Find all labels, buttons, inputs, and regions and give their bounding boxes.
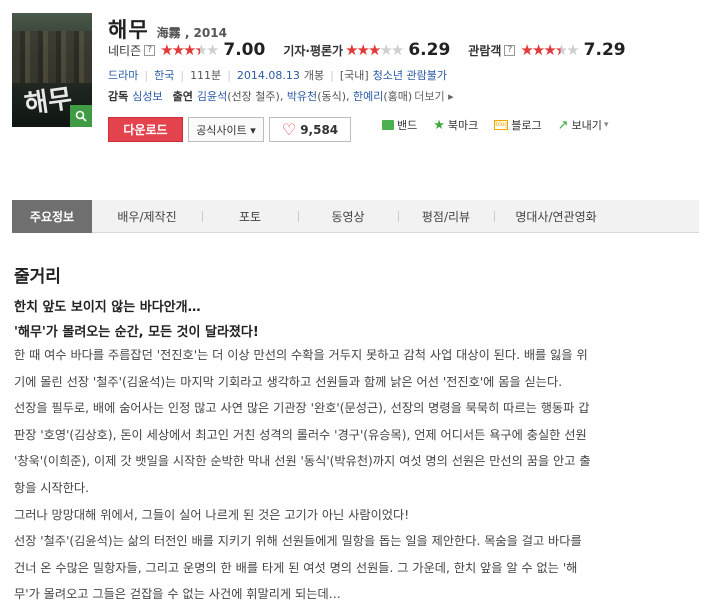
rating-stars-netizen: ★★★★★: [160, 41, 219, 59]
help-icon[interactable]: ?: [504, 44, 516, 56]
heart-icon: ♡: [281, 119, 297, 139]
tab-bar: 주요정보 배우/제작진 포토 동영상 평점/리뷰 명대사/연관영화: [12, 200, 699, 233]
plot-line: 그러나 망망대해 위에서, 그들이 실어 나르게 된 것은 고기가 아닌 사람이…: [14, 507, 410, 522]
share-bar: 밴드 ★ 북마크 blog 블로그 ↗ 보내기 ▾: [382, 117, 624, 133]
band-icon: [382, 120, 394, 130]
tab-video[interactable]: 동영상: [298, 200, 398, 233]
rating-label-netizen: 네티즌: [108, 43, 142, 58]
rating-region: [국내]: [339, 69, 369, 82]
tab-main-info[interactable]: 주요정보: [12, 200, 92, 233]
share-blog[interactable]: blog 블로그: [494, 117, 542, 133]
plot-headline-1: 한치 앞도 보이지 않는 바다안개…: [14, 300, 201, 315]
like-count: 9,584: [300, 122, 339, 137]
share-bookmark[interactable]: ★ 북마크: [433, 117, 478, 133]
more-cast-link[interactable]: 더보기 ▸: [414, 88, 453, 104]
cast-role-3: (홍매): [383, 90, 413, 103]
plot-line: '창욱'(이희준), 이제 갓 뱃일을 시작한 순박한 막내 선원 '동식'(박…: [14, 454, 591, 469]
tab-photo[interactable]: 포토: [202, 200, 298, 233]
credits-row: 감독 심성보 출연 김윤석 (선장 철주), 박유천 (동식), 한예리 (홍매) 더…: [108, 88, 454, 104]
share-send-label: 보내기: [571, 119, 602, 132]
share-send[interactable]: ↗ 보내기 ▾: [558, 117, 609, 133]
rating-score-critic: 6.29: [408, 40, 451, 60]
bookmark-star-icon: ★: [433, 117, 445, 133]
plot-headline-2: '해무'가 몰려오는 순간, 모든 것이 달라졌다!: [14, 325, 259, 340]
rating-score-netizen: 7.00: [223, 40, 266, 60]
runtime: 111분: [190, 69, 222, 82]
release-date-link[interactable]: 2014.08.13: [237, 69, 300, 82]
search-icon[interactable]: [70, 105, 92, 127]
cast-label: 출연: [172, 90, 193, 103]
like-button[interactable]: ♡ 9,584: [269, 117, 351, 142]
release-suffix: 개봉: [303, 69, 325, 82]
poster-title-art: 해무: [22, 83, 75, 121]
plot-body: 한 때 여수 바다를 주름잡던 '전진호'는 더 이상 만선의 수확을 거두지 …: [14, 342, 696, 603]
share-band[interactable]: 밴드: [382, 117, 417, 133]
movie-subtitle: 海霧 , 2014: [156, 26, 227, 40]
plot-line: 기에 몰린 선장 '철주'(김윤석)는 마지막 기회라고 생각하고 선원들과 함…: [14, 374, 563, 389]
blog-icon: blog: [494, 120, 509, 130]
cast-link-3[interactable]: 한예리: [353, 88, 383, 104]
plot-line: 선장 '철주'(김윤석)는 삶의 터전인 배를 지키기 위해 선원들에게 밀항을…: [14, 534, 582, 549]
rating-label-critic: 기자·평론가: [283, 43, 344, 58]
cast-link-2[interactable]: 박유천: [287, 88, 317, 104]
director-label: 감독: [108, 90, 129, 103]
plot-line: 판장 '호영'(김상호), 돈이 세상에서 최고인 거친 성격의 롤러수 '경구…: [14, 427, 587, 442]
movie-poster[interactable]: 해무: [12, 13, 92, 127]
plot-line: 선장을 필두로, 배에 숨어사는 인정 많고 사연 많은 기관장 '완호'(문성…: [14, 401, 590, 416]
chevron-down-icon: ▾: [603, 120, 609, 130]
genre-link[interactable]: 드라마: [108, 67, 138, 83]
plot-line: 항을 시작한다.: [14, 480, 90, 495]
cast-role-2: (동식): [317, 90, 347, 103]
ratings-row: 네티즌 ? ★★★★★ 7.00 기자·평론가 ★★★★★ 6.29 관람객 ?…: [108, 40, 626, 60]
tab-reviews[interactable]: 평점/리뷰: [398, 200, 494, 233]
cast-link-1[interactable]: 김윤석: [197, 88, 227, 104]
share-band-label: 밴드: [397, 119, 418, 132]
rating-score-audience: 7.29: [583, 40, 626, 60]
plot-line: 한 때 여수 바다를 주름잡던 '전진호'는 더 이상 만선의 수확을 거두지 …: [14, 348, 588, 362]
plot-line: 건너 온 수많은 밀항자들, 그리고 운명의 한 배를 타게 된 여섯 명의 선…: [14, 560, 578, 575]
rating-label-audience: 관람객: [468, 43, 502, 58]
director-link[interactable]: 심성보: [132, 88, 162, 104]
help-icon[interactable]: ?: [144, 44, 156, 56]
share-bookmark-label: 북마크: [447, 119, 479, 132]
poster-artwork: [12, 31, 92, 83]
country-link[interactable]: 한국: [154, 67, 174, 83]
plot-line: 무'가 몰려오고 그들은 걷잡을 수 없는 사건에 휘말리게 되는데…: [14, 587, 341, 602]
plot-title: 줄거리: [14, 267, 61, 287]
cast-role-1: (선장 철주): [227, 90, 280, 103]
send-icon: ↗: [557, 117, 569, 133]
tab-quotes-related[interactable]: 명대사/연관영화: [494, 200, 618, 233]
tab-cast-crew[interactable]: 배우/제작진: [92, 200, 202, 233]
download-button[interactable]: 다운로드: [108, 117, 183, 142]
movie-info-row: 드라마 | 한국 | 111분 | 2014.08.13 개봉 | [국내] 청…: [108, 67, 448, 83]
official-site-dropdown[interactable]: 공식사이트 ▾: [188, 117, 264, 142]
age-rating-link[interactable]: 청소년 관람불가: [373, 67, 447, 83]
action-buttons: 다운로드 공식사이트 ▾ ♡ 9,584: [108, 117, 351, 142]
rating-stars-critic: ★★★★★: [345, 41, 404, 59]
rating-stars-audience: ★★★★★: [520, 41, 579, 59]
share-blog-label: 블로그: [511, 119, 542, 132]
